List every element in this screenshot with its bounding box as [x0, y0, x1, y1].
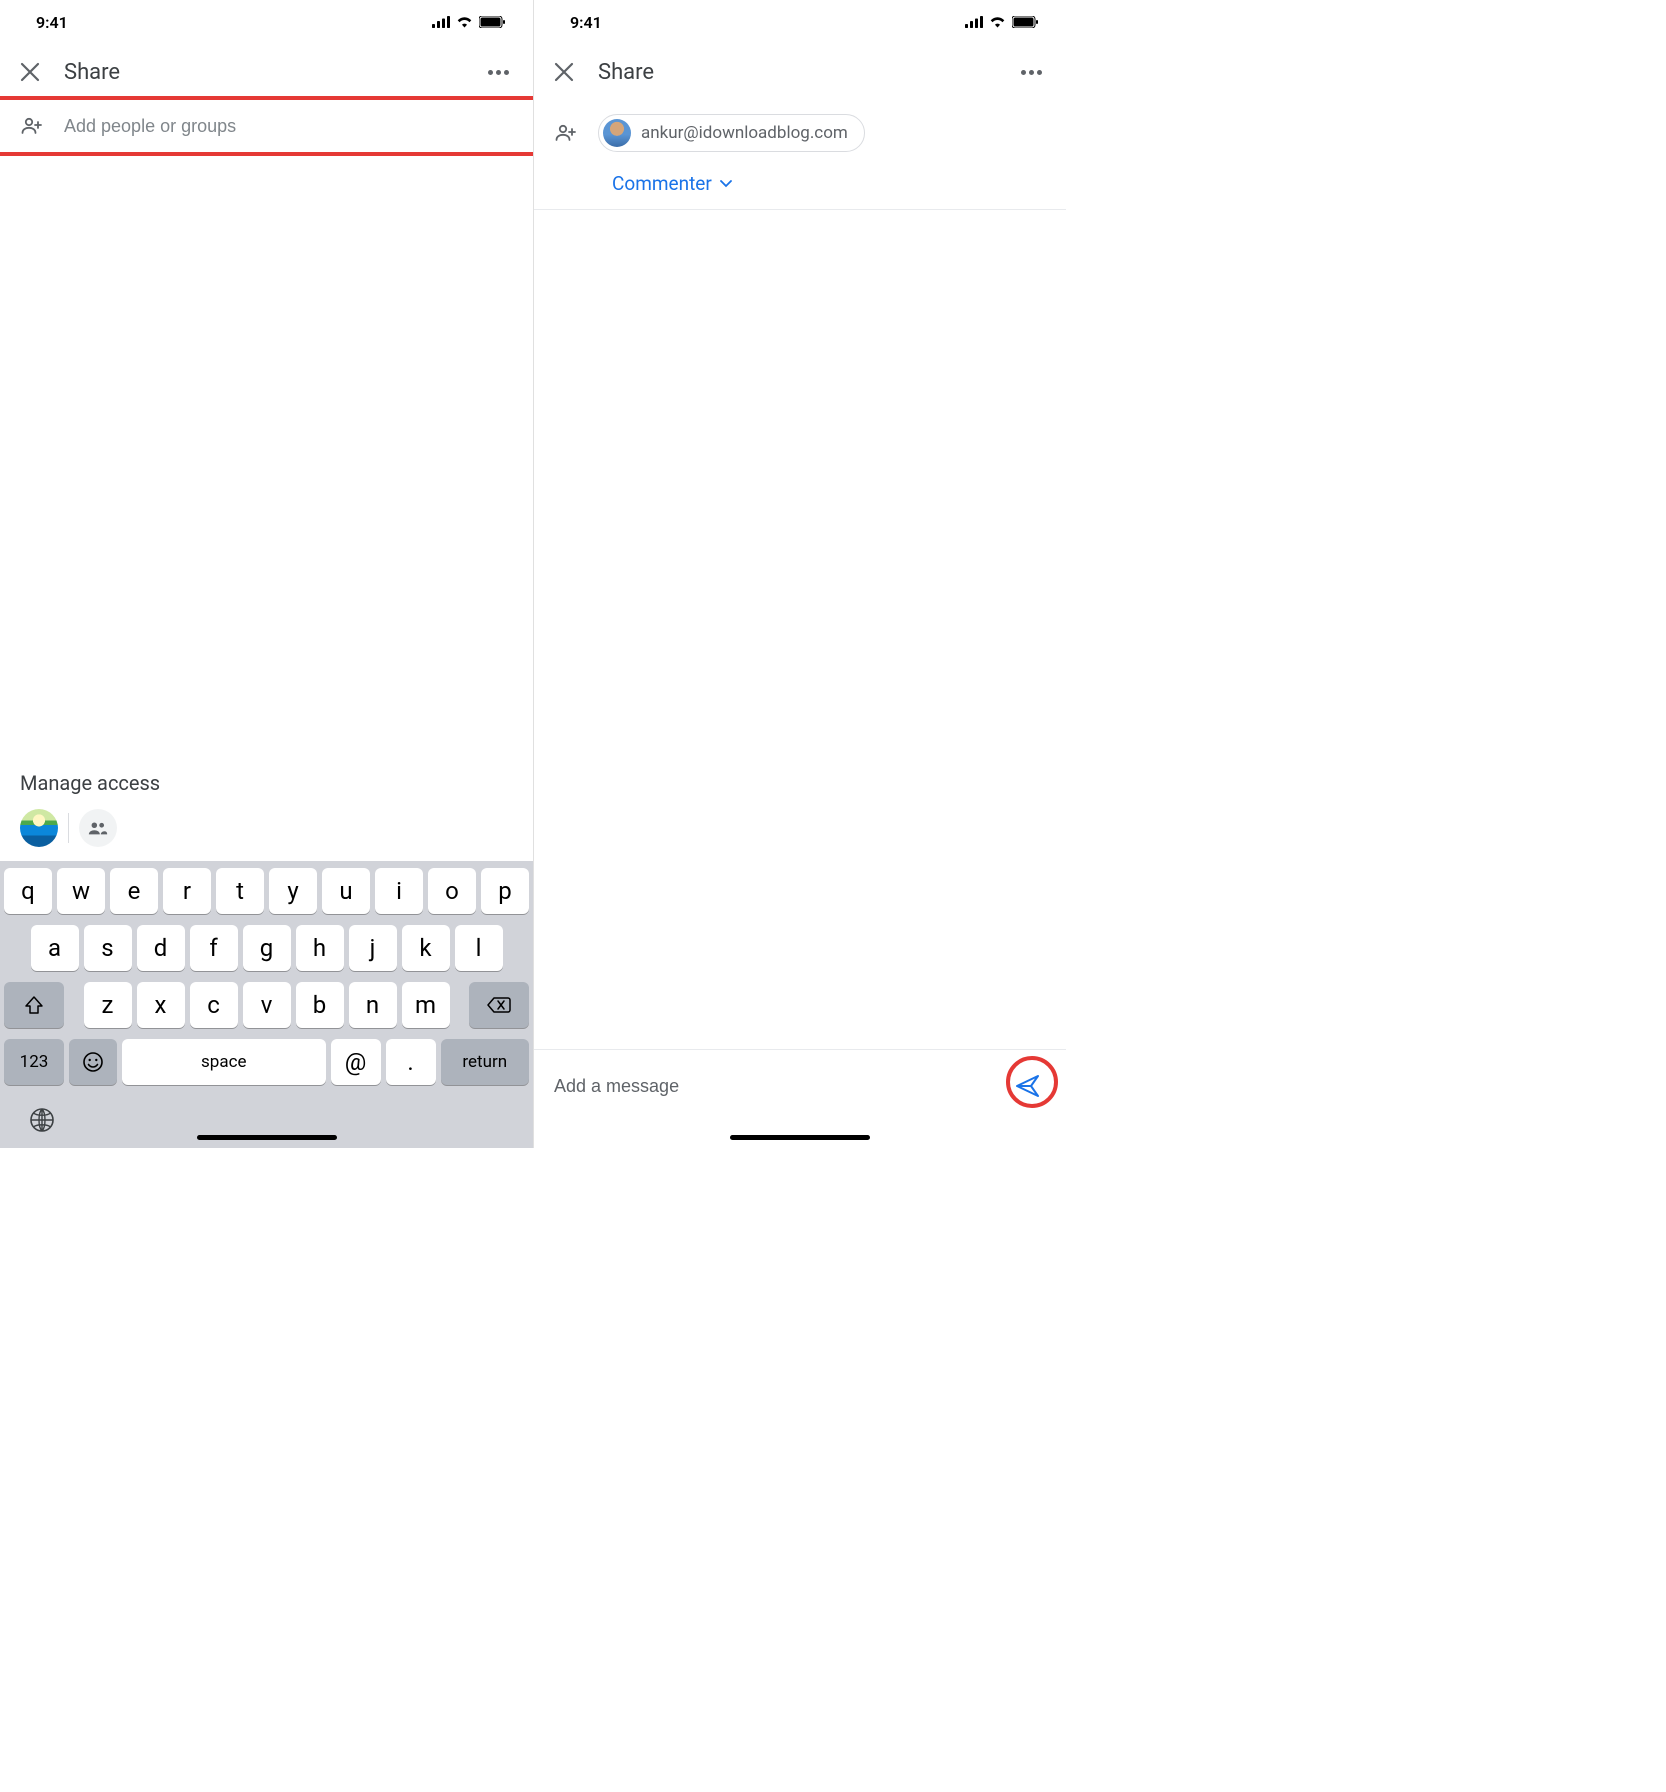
spacer — [534, 210, 1066, 1049]
chip-email: ankur@idownloadblog.com — [641, 123, 848, 143]
input-row — [0, 100, 533, 152]
key-m[interactable]: m — [402, 982, 450, 1028]
key-h[interactable]: h — [296, 925, 344, 971]
close-button[interactable] — [18, 60, 42, 84]
manage-access-label: Manage access — [20, 771, 513, 795]
page-title: Share — [598, 60, 993, 85]
status-time: 9:41 — [570, 13, 602, 32]
key-row-1: qwertyuiop — [4, 868, 529, 914]
role-dropdown[interactable]: Commenter — [612, 172, 732, 195]
key-e[interactable]: e — [110, 868, 158, 914]
send-icon — [1014, 1072, 1042, 1100]
status-icons — [965, 16, 1038, 28]
chip-avatar — [603, 119, 631, 147]
chip-area: ankur@idownloadblog.com — [598, 114, 1046, 152]
key-p[interactable]: p — [481, 868, 529, 914]
emoji-key[interactable] — [69, 1039, 117, 1085]
key-row-3: zxcvbnm — [4, 982, 529, 1028]
manage-section: Manage access — [0, 771, 533, 861]
key-y[interactable]: y — [269, 868, 317, 914]
right-phone: 9:41 Share ankur@idownloadblog.com Comme… — [533, 0, 1066, 1148]
wifi-icon — [456, 16, 473, 28]
person-chip[interactable]: ankur@idownloadblog.com — [598, 114, 865, 152]
divider — [68, 813, 69, 843]
key-f[interactable]: f — [190, 925, 238, 971]
people-input[interactable] — [64, 116, 513, 137]
battery-icon — [1012, 16, 1038, 28]
avatar-row — [20, 809, 513, 847]
keyboard: qwertyuiop asdfghjkl zxcvbnm 123 space @… — [0, 861, 533, 1092]
globe-icon — [28, 1106, 56, 1134]
close-icon — [554, 62, 574, 82]
more-button[interactable] — [482, 64, 515, 81]
nav-bar: Share — [0, 44, 533, 100]
space-key[interactable]: space — [122, 1039, 326, 1085]
status-bar: 9:41 — [0, 0, 533, 44]
group-avatar[interactable] — [79, 809, 117, 847]
send-button[interactable] — [1010, 1068, 1046, 1104]
delete-key[interactable] — [469, 982, 529, 1028]
status-time: 9:41 — [36, 13, 68, 32]
role-label: Commenter — [612, 172, 712, 195]
key-t[interactable]: t — [216, 868, 264, 914]
key-d[interactable]: d — [137, 925, 185, 971]
key-l[interactable]: l — [455, 925, 503, 971]
key-a[interactable]: a — [31, 925, 79, 971]
group-icon — [87, 817, 109, 839]
numbers-key[interactable]: 123 — [4, 1039, 64, 1085]
more-button[interactable] — [1015, 64, 1048, 81]
key-row-2: asdfghjkl — [4, 925, 529, 971]
key-r[interactable]: r — [163, 868, 211, 914]
left-phone: 9:41 Share Manage access qwer — [0, 0, 533, 1148]
key-n[interactable]: n — [349, 982, 397, 1028]
key-v[interactable]: v — [243, 982, 291, 1028]
key-q[interactable]: q — [4, 868, 52, 914]
key-w[interactable]: w — [57, 868, 105, 914]
wifi-icon — [989, 16, 1006, 28]
person-add-icon — [20, 114, 44, 138]
key-b[interactable]: b — [296, 982, 344, 1028]
shift-key[interactable] — [4, 982, 64, 1028]
role-row: Commenter — [534, 166, 1066, 210]
return-key[interactable]: return — [441, 1039, 529, 1085]
key-c[interactable]: c — [190, 982, 238, 1028]
status-bar: 9:41 — [534, 0, 1066, 44]
close-icon — [20, 62, 40, 82]
key-i[interactable]: i — [375, 868, 423, 914]
owner-avatar[interactable] — [20, 809, 58, 847]
key-g[interactable]: g — [243, 925, 291, 971]
input-row: ankur@idownloadblog.com — [534, 100, 1066, 166]
key-k[interactable]: k — [402, 925, 450, 971]
key-u[interactable]: u — [322, 868, 370, 914]
at-key[interactable]: @ — [331, 1039, 381, 1085]
page-title: Share — [64, 60, 460, 85]
dot-key[interactable]: . — [386, 1039, 436, 1085]
key-s[interactable]: s — [84, 925, 132, 971]
emoji-icon — [81, 1050, 105, 1074]
key-o[interactable]: o — [428, 868, 476, 914]
spacer — [0, 152, 533, 771]
key-j[interactable]: j — [349, 925, 397, 971]
key-x[interactable]: x — [137, 982, 185, 1028]
cellular-icon — [965, 16, 983, 28]
shift-icon — [24, 995, 44, 1015]
status-icons — [432, 16, 505, 28]
message-input[interactable] — [554, 1076, 998, 1097]
key-row-4: 123 space @ . return — [4, 1039, 529, 1085]
chevron-down-icon — [720, 180, 732, 188]
keyboard-bottom — [0, 1092, 533, 1148]
message-bar — [534, 1049, 1066, 1148]
battery-icon — [479, 16, 505, 28]
close-button[interactable] — [552, 60, 576, 84]
person-add-icon — [554, 121, 578, 145]
delete-icon — [487, 996, 511, 1014]
key-z[interactable]: z — [84, 982, 132, 1028]
globe-key[interactable] — [28, 1106, 56, 1134]
cellular-icon — [432, 16, 450, 28]
nav-bar: Share — [534, 44, 1066, 100]
